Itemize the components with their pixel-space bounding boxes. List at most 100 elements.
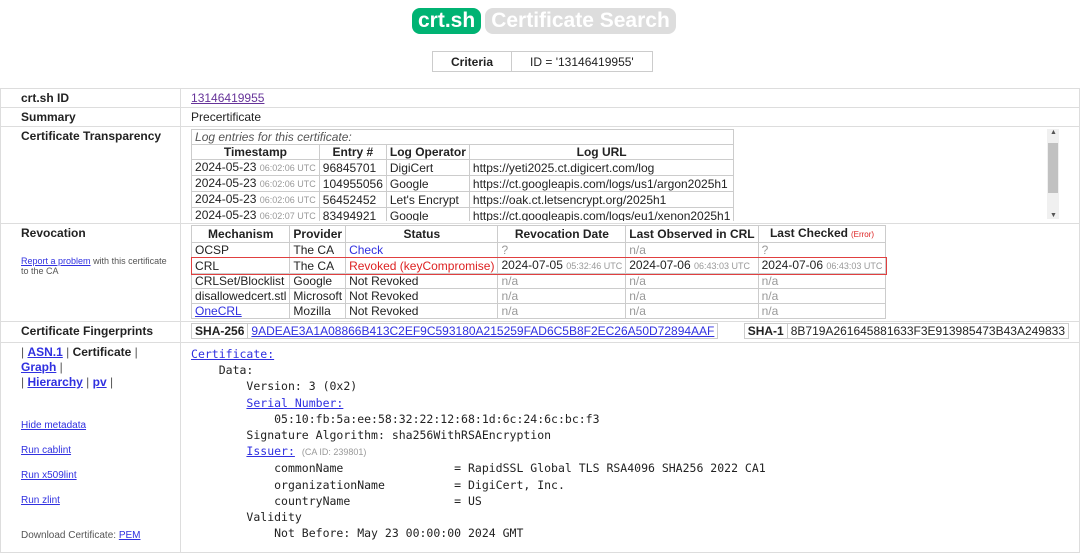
site-header: crt.sh Certificate Search (412, 8, 676, 34)
report-problem-link[interactable]: Report a problem (21, 256, 91, 266)
revocation-date-date: n/a (501, 274, 519, 288)
revocation-provider: Mozilla (289, 303, 347, 319)
revocation-header-label: Provider (293, 227, 343, 241)
run-cablint-link[interactable]: Run cablint (21, 445, 71, 456)
revocation-header-label: Mechanism (208, 227, 274, 241)
revocation-date: n/a (497, 288, 627, 304)
scrollbar[interactable]: ▲ ▼ (1047, 129, 1059, 219)
sha256-label: SHA-256 (191, 323, 249, 339)
ct-entry: 104955056 (318, 175, 387, 192)
criteria-label: Criteria (431, 51, 513, 72)
revocation-row: OneCRL Mozilla Not Revoked n/a n/a n/a (191, 303, 887, 319)
revocation-header-label: Status (403, 227, 441, 241)
last-observed: n/a (625, 288, 759, 304)
ct-url: https://ct.googleapis.com/logs/us1/argon… (468, 175, 735, 192)
issuer-country: countryName = US (191, 493, 482, 508)
ct-timestamp: 2024-05-23 06:02:06 UTC (191, 159, 320, 176)
revocation-row: CRL The CA Revoked (keyCompromise) 2024-07-… (190, 256, 887, 275)
pem-link[interactable]: PEM (119, 530, 141, 541)
revocation-date-date: ? (501, 243, 509, 257)
revocation-date: 2024-07-05 05:32:46 UTC (497, 257, 627, 274)
certificate-details-table: crt.sh ID 13146419955 Summary Precertifi… (0, 88, 1080, 553)
sha1-label: SHA-1 (743, 323, 788, 339)
issuer-cn: commonName = RapidSSL Global TLS RSA4096… (191, 461, 766, 476)
last-checked: n/a (757, 303, 887, 319)
scroll-up-icon[interactable]: ▲ (1050, 129, 1057, 136)
revocation-mechanism: CRL (191, 257, 291, 274)
last-observed-date: n/a (629, 304, 646, 318)
revocation-mechanism: OCSP (191, 242, 291, 258)
last-checked-time: 06:43:03 UTC (826, 261, 883, 271)
last-observed-time: 06:43:03 UTC (693, 261, 751, 271)
ct-header: Log Operator (385, 144, 470, 160)
revocation-provider: Google (289, 273, 347, 289)
ct-label: Certificate Transparency (0, 126, 182, 224)
revocation-header: Last Observed in CRL (625, 225, 759, 243)
certificate-link[interactable]: Certificate: (191, 347, 274, 361)
ct-operator: Google (385, 207, 470, 221)
site-title: Certificate Search (485, 8, 676, 34)
cert-version: Version: 3 (0x2) (191, 379, 358, 394)
ct-url: https://oak.ct.letsencrypt.org/2025h1 (468, 191, 735, 208)
ct-log-table: Log entries for this certificate: Timest… (191, 129, 735, 221)
last-observed-date: 2024-07-06 (629, 258, 691, 272)
revocation-header: Last Checked (Error) (757, 225, 887, 243)
revocation-provider: Microsoft (289, 288, 347, 304)
hierarchy-link[interactable]: Hierarchy (27, 375, 82, 389)
sha1-value: 8B719A261645881633F3E913985473B43A249833 (786, 323, 1070, 339)
scrollbar-thumb[interactable] (1048, 143, 1058, 193)
revocation-header-label: Revocation Date (514, 227, 609, 241)
ct-timestamp-time: 06:02:06 UTC (259, 195, 316, 205)
ct-entry: 83494921 (318, 207, 387, 221)
sha256-table: SHA-256 9ADEAE3A1A08866B413C2EF9C593180A… (191, 323, 719, 339)
ct-header: Timestamp (191, 144, 320, 160)
issuer-link[interactable]: Issuer: (246, 444, 294, 458)
revocation-date-date: 2024-07-05 (501, 258, 563, 272)
revocation-row: CRLSet/Blocklist Google Not Revoked n/a n/a n… (191, 273, 887, 289)
serial-number-link[interactable]: Serial Number: (246, 396, 343, 410)
revocation-header: Provider (289, 225, 347, 243)
ct-timestamp: 2024-05-23 06:02:07 UTC (191, 207, 320, 221)
ocsp-check-link[interactable]: Check (349, 243, 383, 257)
ct-log-row: 2024-05-23 06:02:07 UTC 83494921 Google htt… (191, 207, 735, 221)
asn1-link[interactable]: ASN.1 (27, 345, 62, 359)
hide-metadata-link[interactable]: Hide metadata (21, 420, 86, 431)
last-observed: n/a (625, 242, 759, 258)
cert-validity: Validity (191, 510, 302, 525)
ct-timestamp: 2024-05-23 06:02:06 UTC (191, 175, 320, 192)
run-zlint-link[interactable]: Run zlint (21, 495, 60, 506)
last-checked: n/a (757, 273, 887, 289)
ct-timestamp: 2024-05-23 06:02:06 UTC (191, 191, 320, 208)
ct-timestamp-time: 06:02:06 UTC (259, 179, 316, 189)
download-label: Download Certificate: (21, 530, 117, 541)
error-label: (Error) (850, 230, 875, 239)
revocation-row: OCSP The CA Check? n/a? (191, 242, 887, 258)
criteria-table: Criteria ID = '13146419955' (431, 51, 653, 72)
revocation-date: n/a (497, 273, 627, 289)
crtsh-logo[interactable]: crt.sh (412, 8, 482, 34)
id-label: crt.sh ID (0, 88, 182, 108)
graph-link[interactable]: Graph (21, 360, 56, 374)
run-x509lint-link[interactable]: Run x509lint (21, 470, 77, 481)
revocation-header: Status (345, 225, 499, 243)
last-checked: ? (757, 242, 887, 258)
ct-header: Entry # (318, 144, 387, 160)
revocation-status: Check (345, 242, 499, 258)
revocation-mechanism: OneCRL (191, 303, 291, 319)
sha256-link[interactable]: 9ADEAE3A1A08866B413C2EF9C593180A215259FA… (251, 324, 714, 338)
revocation-date: ? (497, 242, 627, 258)
revocation-header-label: Last Checked (769, 226, 848, 240)
ct-timestamp-date: 2024-05-23 (195, 192, 257, 206)
scroll-down-icon[interactable]: ▼ (1050, 212, 1057, 219)
revocation-status: Not Revoked (345, 288, 499, 304)
onecrl-link[interactable]: OneCRL (195, 304, 242, 318)
ct-timestamp-date: 2024-05-23 (195, 160, 257, 174)
cert-not-before: Not Before: May 23 00:00:00 2024 GMT (191, 526, 524, 541)
revocation-provider: The CA (289, 257, 347, 274)
ct-log-scrollbox[interactable]: Log entries for this certificate: Timest… (191, 129, 1069, 221)
ct-entry: 96845701 (318, 159, 387, 176)
ct-timestamp-time: 06:02:07 UTC (259, 211, 316, 221)
pv-link[interactable]: pv (93, 375, 107, 389)
crtsh-id-link[interactable]: 13146419955 (191, 91, 264, 105)
last-observed-date: n/a (629, 243, 646, 257)
